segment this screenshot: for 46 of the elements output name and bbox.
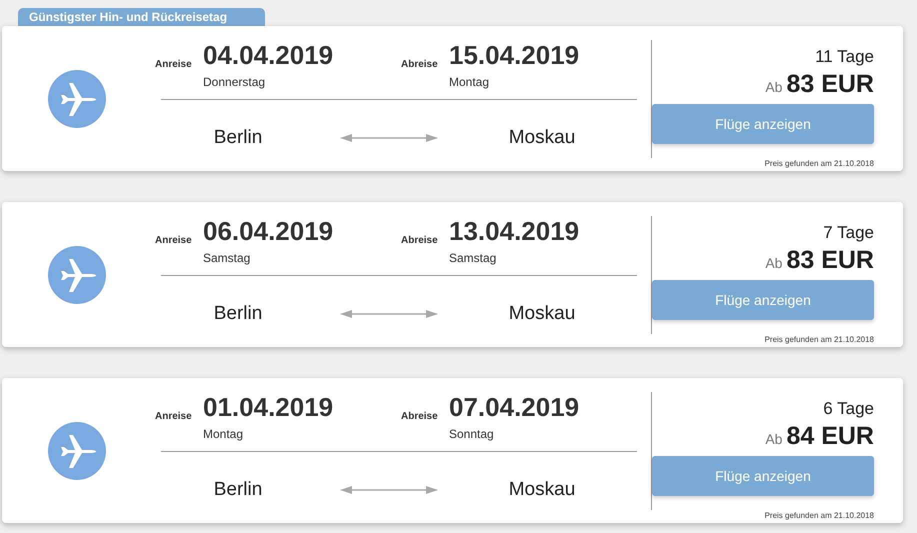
show-flights-button[interactable]: Flüge anzeigen: [652, 280, 874, 320]
price-found-note: Preis gefunden am 21.10.2018: [764, 158, 874, 170]
section-tab-label: Günstigster Hin- und Rückreisetag: [29, 11, 228, 23]
date-label: Anreise: [155, 410, 193, 424]
date-text: 07.04.2019: [449, 392, 580, 422]
airplane-icon: [48, 422, 106, 480]
origin-city: Berlin: [212, 478, 264, 502]
duration-text: 7 Tage: [823, 223, 874, 243]
show-flights-button[interactable]: Flüge anzeigen: [652, 104, 874, 144]
destination-city: Moskau: [508, 126, 576, 150]
price-prefix: Ab: [765, 430, 782, 449]
price-text: 83 EUR: [786, 70, 874, 98]
weekday-text: Montag: [449, 74, 490, 91]
double-arrow-icon: [340, 133, 438, 144]
price-found-note: Preis gefunden am 21.10.2018: [764, 334, 874, 346]
date-text: 06.04.2019: [203, 216, 334, 246]
origin-city: Berlin: [212, 302, 264, 326]
date-label: Anreise: [155, 234, 193, 248]
price-text: 84 EUR: [786, 422, 874, 450]
airplane-icon: [48, 70, 106, 128]
price-prefix: Ab: [765, 78, 782, 97]
weekday-text: Samstag: [449, 250, 498, 267]
weekday-text: Samstag: [203, 250, 252, 267]
date-text: 13.04.2019: [449, 216, 580, 246]
airplane-icon: [48, 246, 106, 304]
price-text: 83 EUR: [786, 246, 874, 274]
weekday-text: Sonntag: [449, 426, 495, 443]
price-prefix: Ab: [765, 254, 782, 273]
duration-text: 11 Tage: [815, 47, 874, 67]
date-label: Abreise: [401, 58, 439, 72]
price-found-note: Preis gefunden am 21.10.2018: [764, 510, 874, 522]
destination-city: Moskau: [508, 478, 576, 502]
date-label: Abreise: [401, 410, 439, 424]
date-text: 15.04.2019: [449, 40, 580, 70]
date-label: Abreise: [401, 234, 439, 248]
duration-text: 6 Tage: [823, 399, 874, 419]
date-text: 01.04.2019: [203, 392, 334, 422]
weekday-text: Donnerstag: [203, 74, 266, 91]
double-arrow-icon: [340, 485, 438, 496]
show-flights-button[interactable]: Flüge anzeigen: [652, 456, 874, 496]
date-text: 04.04.2019: [203, 40, 334, 70]
double-arrow-icon: [340, 309, 438, 320]
origin-city: Berlin: [212, 126, 264, 150]
destination-city: Moskau: [508, 302, 576, 326]
date-label: Anreise: [155, 58, 193, 72]
weekday-text: Montag: [203, 426, 244, 443]
